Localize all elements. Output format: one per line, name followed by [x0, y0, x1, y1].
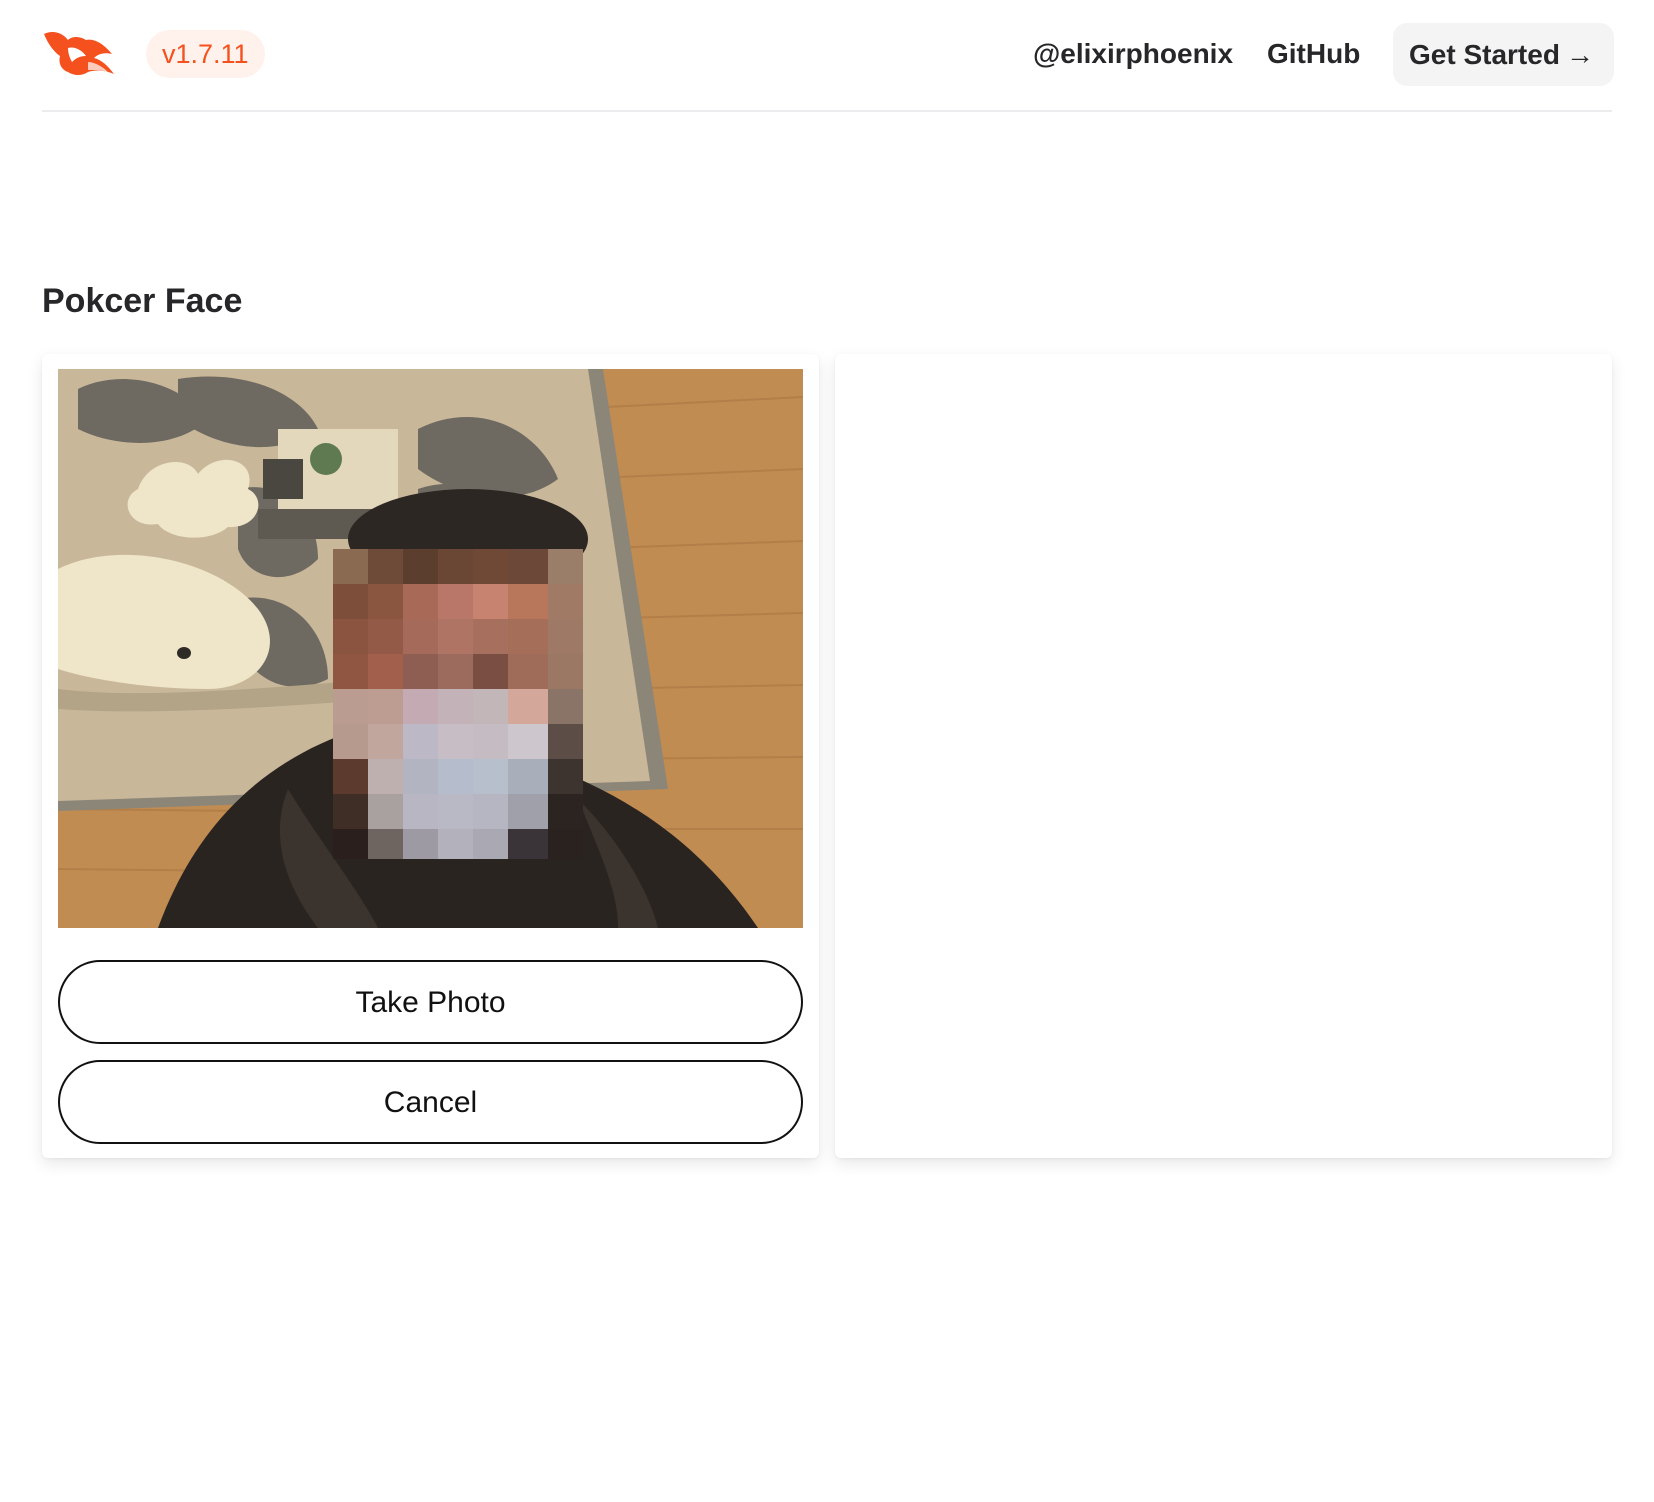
- camera-card: Take Photo Cancel: [42, 354, 819, 1158]
- site-header: v1.7.11 @elixirphoenix GitHub Get Starte…: [42, 0, 1614, 112]
- cancel-button[interactable]: Cancel: [58, 1060, 803, 1144]
- page-title: Pokcer Face: [42, 282, 243, 320]
- twitter-link[interactable]: @elixirphoenix: [1033, 30, 1233, 78]
- phoenix-logo-icon[interactable]: [42, 28, 116, 80]
- arrow-right-icon: →: [1565, 39, 1594, 70]
- result-card: [835, 354, 1612, 1158]
- camera-preview: [58, 369, 803, 928]
- take-photo-button[interactable]: Take Photo: [58, 960, 803, 1044]
- get-started-label: Get Started: [1409, 39, 1560, 70]
- version-badge: v1.7.11: [146, 30, 265, 78]
- github-link[interactable]: GitHub: [1267, 30, 1360, 78]
- get-started-button[interactable]: Get Started →: [1393, 23, 1614, 86]
